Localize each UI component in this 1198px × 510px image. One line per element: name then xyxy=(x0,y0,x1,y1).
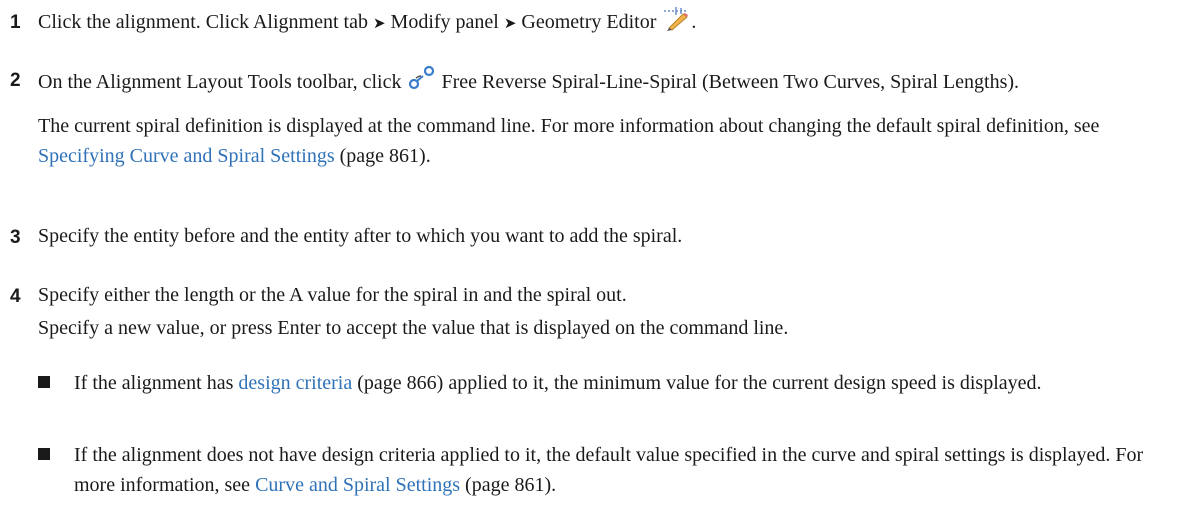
bullet-text-part: (page 866) applied to it, the minimum va… xyxy=(352,372,1042,394)
bullet-text-part: If the alignment does not have design cr… xyxy=(74,444,1144,496)
bullet-text-part: If the alignment has xyxy=(74,372,239,394)
specifying-curve-spiral-settings-link[interactable]: Specifying Curve and Spiral Settings xyxy=(38,145,335,167)
step-note-text: The current spiral definition is display… xyxy=(38,115,1100,137)
bullet-icon xyxy=(38,448,50,460)
step-body: Specify the entity before and the entity… xyxy=(38,221,1188,251)
step-note: The current spiral definition is display… xyxy=(38,111,1188,171)
design-criteria-link[interactable]: design criteria xyxy=(238,372,352,394)
step-text-part: On the Alignment Layout Tools toolbar, c… xyxy=(38,71,407,93)
geometry-editor-icon xyxy=(661,6,691,41)
step-body: Specify either the length or the A value… xyxy=(38,280,1188,343)
step-text-part: Free Reverse Spiral-Line-Spiral (Between… xyxy=(436,71,1020,93)
step-text-part: Click the alignment. Click Alignment tab xyxy=(38,11,373,33)
step-text-part: . xyxy=(691,11,697,33)
step-number: 2 xyxy=(10,70,21,91)
step-text: Specify either the length or the A value… xyxy=(38,284,627,306)
bullet-icon xyxy=(38,376,50,388)
list-item: If the alignment has design criteria (pa… xyxy=(38,368,1188,428)
step-text-part: Geometry Editor xyxy=(516,11,662,33)
bullet-text-part: (page 861). xyxy=(460,474,557,496)
step-text: On the Alignment Layout Tools toolbar, c… xyxy=(38,64,1188,101)
step-number: 3 xyxy=(10,227,21,248)
step-body: On the Alignment Layout Tools toolbar, c… xyxy=(38,64,1188,171)
page-reference: (page 861). xyxy=(334,145,431,167)
step-note: Specify a new value, or press Enter to a… xyxy=(38,317,789,339)
curve-spiral-settings-link[interactable]: Curve and Spiral Settings xyxy=(255,474,460,496)
step-number: 4 xyxy=(10,286,21,307)
spiral-line-spiral-icon xyxy=(407,64,437,101)
arrow-icon: ➤ xyxy=(372,16,386,32)
list-item: If the alignment does not have design cr… xyxy=(38,440,1188,500)
bullet-text: If the alignment does not have design cr… xyxy=(74,440,1188,500)
step-number: 1 xyxy=(10,12,21,33)
step-text: Specify the entity before and the entity… xyxy=(38,225,683,247)
arrow-icon: ➤ xyxy=(503,16,517,32)
bullet-text: If the alignment has design criteria (pa… xyxy=(74,368,1188,398)
step-text: Click the alignment. Click Alignment tab… xyxy=(38,6,1188,41)
step-body: Click the alignment. Click Alignment tab… xyxy=(38,6,1188,41)
step-text-part: Modify panel xyxy=(385,11,504,33)
